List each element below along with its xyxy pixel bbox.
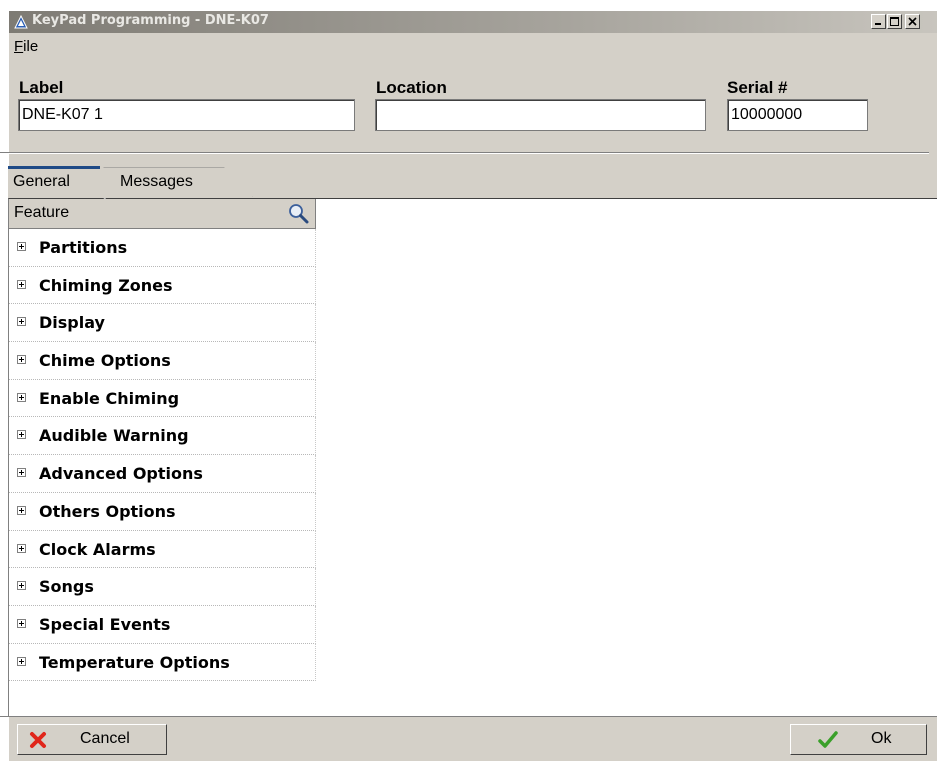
feature-label: Special Events [39, 614, 171, 634]
ok-button-label: Ok [871, 730, 892, 747]
close-button[interactable] [905, 14, 920, 29]
cancel-button-label: Cancel [80, 730, 130, 747]
footer-divider [0, 716, 937, 717]
serial-field[interactable] [727, 99, 868, 131]
expand-plus-icon[interactable] [17, 581, 26, 591]
tab-messages[interactable]: Messages [102, 168, 252, 198]
feature-label: Chiming Zones [39, 275, 173, 295]
ok-button[interactable]: Ok [790, 724, 927, 755]
close-icon [908, 17, 917, 26]
menu-file-label: ile [23, 38, 39, 55]
serial-caption: Serial # [727, 78, 788, 97]
feature-row-chiming-zones[interactable]: Chiming Zones [9, 266, 316, 305]
header-divider-highlight [0, 153, 929, 154]
expand-plus-icon[interactable] [17, 543, 26, 553]
feature-row-display[interactable]: Display [9, 304, 316, 343]
app-triangle-icon [14, 15, 28, 29]
label-field[interactable] [18, 99, 355, 131]
location-field[interactable] [375, 99, 706, 131]
feature-label: Clock Alarms [39, 539, 156, 559]
window-title: KeyPad Programming - DNE-K07 [32, 13, 269, 28]
feature-row-partitions[interactable]: Partitions [9, 229, 316, 267]
expand-plus-icon[interactable] [17, 656, 26, 666]
feature-label: Chime Options [39, 351, 171, 371]
minimize-icon [875, 23, 881, 25]
tab-general[interactable]: General [8, 166, 111, 198]
tab-messages-label: Messages [120, 173, 193, 190]
maximize-icon [890, 17, 899, 26]
expand-plus-icon[interactable] [17, 279, 26, 289]
feature-row-enable-chiming[interactable]: Enable Chiming [9, 379, 316, 418]
menu-bar: File [9, 35, 937, 59]
feature-row-audible-warning[interactable]: Audible Warning [9, 417, 316, 456]
feature-row-chime-options[interactable]: Chime Options [9, 342, 316, 380]
feature-label: Others Options [39, 501, 176, 521]
expand-plus-icon[interactable] [17, 468, 26, 478]
feature-header-label: Feature [14, 204, 70, 221]
cancel-button[interactable]: Cancel [17, 724, 167, 755]
active-tab-indicator [8, 166, 100, 169]
feature-label: Advanced Options [39, 464, 203, 484]
expand-plus-icon[interactable] [17, 430, 26, 440]
general-panel: Feature Partitions Chiming Zones Display… [8, 198, 937, 716]
feature-row-songs[interactable]: Songs [9, 568, 316, 606]
green-check-icon [818, 731, 838, 748]
menu-file[interactable]: File [14, 38, 38, 55]
expand-plus-icon[interactable] [17, 392, 26, 402]
location-caption: Location [376, 78, 447, 97]
feature-label: Temperature Options [39, 652, 230, 672]
feature-row-temperature-options[interactable]: Temperature Options [9, 643, 316, 682]
expand-plus-icon[interactable] [17, 242, 26, 251]
label-caption: Label [19, 78, 64, 97]
title-bar[interactable]: KeyPad Programming - DNE-K07 [9, 11, 937, 33]
feature-row-clock-alarms[interactable]: Clock Alarms [9, 530, 316, 569]
feature-row-advanced-options[interactable]: Advanced Options [9, 455, 316, 493]
expand-plus-icon[interactable] [17, 355, 26, 365]
feature-label: Partitions [39, 238, 128, 257]
expand-plus-icon[interactable] [17, 317, 26, 327]
expand-plus-icon[interactable] [17, 618, 26, 628]
maximize-button[interactable] [887, 14, 902, 29]
feature-label: Enable Chiming [39, 388, 180, 408]
feature-label: Audible Warning [39, 426, 189, 446]
feature-column-header[interactable]: Feature [9, 199, 316, 229]
menu-file-accelerator: F [14, 38, 24, 55]
red-x-icon [30, 732, 46, 748]
tab-general-label: General [13, 173, 70, 190]
minimize-button[interactable] [871, 14, 886, 29]
expand-plus-icon[interactable] [17, 505, 26, 515]
feature-tree: Partitions Chiming Zones Display Chime O… [9, 229, 316, 682]
search-icon[interactable] [287, 202, 309, 224]
feature-label: Display [39, 313, 105, 333]
feature-row-others-options[interactable]: Others Options [9, 492, 316, 531]
feature-label: Songs [39, 577, 94, 597]
feature-row-special-events[interactable]: Special Events [9, 605, 316, 644]
